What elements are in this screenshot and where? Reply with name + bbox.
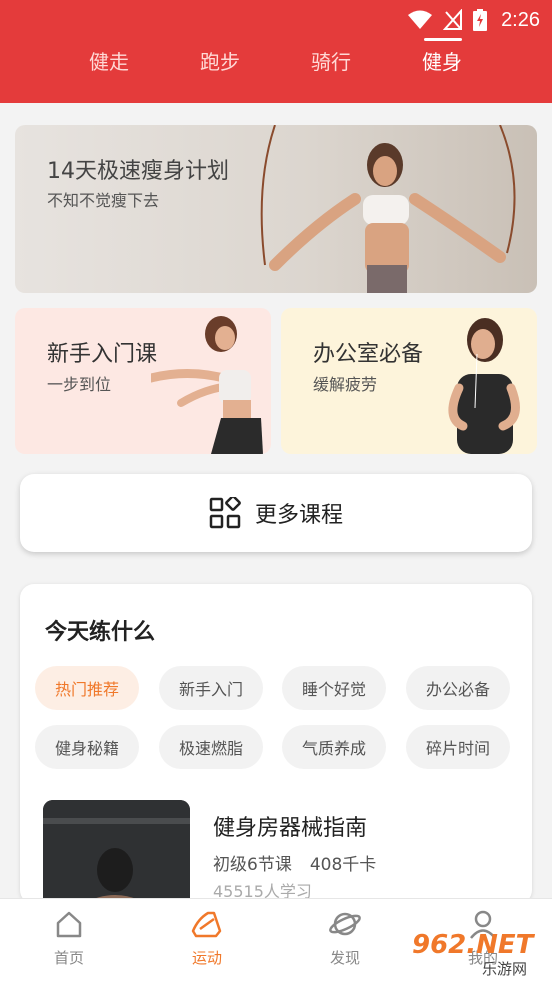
stretching-woman-image: [151, 316, 263, 454]
chip-fragment-time[interactable]: 碎片时间: [406, 725, 510, 769]
office-course-card[interactable]: 办公室必备 缓解疲劳: [281, 308, 537, 454]
nav-home[interactable]: 首页: [29, 909, 109, 968]
chip-temperament[interactable]: 气质养成: [282, 725, 386, 769]
banner-title: 14天极速瘦身计划: [47, 159, 229, 184]
course-title: 健身房器械指南: [213, 816, 368, 841]
tab-cycle[interactable]: 骑行: [291, 46, 371, 75]
nav-label: 运动: [191, 949, 222, 967]
no-signal-icon: [443, 9, 463, 30]
watermark-brand: 962.NET: [412, 930, 534, 960]
active-tab-indicator: [424, 38, 462, 41]
course-thumbnail: [43, 800, 190, 904]
nav-sport[interactable]: 运动: [167, 909, 247, 968]
top-header: 2:26 健走 跑步 骑行 健身: [0, 0, 552, 103]
battery-charging-icon: [473, 9, 488, 31]
chip-office[interactable]: 办公必备: [406, 666, 510, 710]
more-courses-label: 更多课程: [254, 503, 343, 528]
course-item[interactable]: 健身房器械指南 初级6节课 408千卡 45515人学习: [43, 800, 513, 904]
card-subtitle: 一步到位: [47, 375, 112, 394]
top-tabs: 健走 跑步 骑行 健身: [0, 38, 552, 86]
nav-discover[interactable]: 发现: [305, 909, 385, 968]
tab-run[interactable]: 跑步: [180, 46, 260, 75]
beginner-course-card[interactable]: 新手入门课 一步到位: [15, 308, 271, 454]
banner-subtitle: 不知不觉瘦下去: [47, 191, 160, 210]
nav-label: 首页: [53, 949, 84, 967]
today-workout-panel: 今天练什么 热门推荐 新手入门 睡个好觉 办公必备 健身秘籍 极速燃脂 气质养成…: [20, 584, 532, 904]
chip-fat-burn[interactable]: 极速燃脂: [159, 725, 263, 769]
nav-label: 发现: [329, 949, 360, 967]
card-title: 新手入门课: [47, 342, 158, 367]
planet-icon: [329, 912, 361, 936]
home-icon: [56, 911, 82, 938]
chip-beginner[interactable]: 新手入门: [159, 666, 263, 710]
tab-fitness[interactable]: 健身: [402, 46, 482, 75]
plan-banner[interactable]: 14天极速瘦身计划 不知不觉瘦下去: [15, 125, 537, 293]
card-subtitle: 缓解疲劳: [313, 375, 378, 394]
chip-tips[interactable]: 健身秘籍: [35, 725, 139, 769]
card-title: 办公室必备: [313, 342, 424, 367]
course-calories: 408千卡: [309, 855, 377, 875]
jump-rope-woman-image: [260, 125, 516, 293]
site-watermark: 962.NET 乐游网: [412, 930, 544, 978]
watermark-sub: 乐游网: [482, 960, 528, 978]
grid-icon: [209, 497, 241, 529]
wifi-icon: [408, 10, 433, 29]
shoe-icon: [191, 911, 222, 938]
chip-sleep[interactable]: 睡个好觉: [282, 666, 386, 710]
course-meta: 初级6节课 408千卡: [213, 850, 376, 875]
chip-hot[interactable]: 热门推荐: [35, 666, 139, 710]
earphone-woman-image: [448, 318, 520, 454]
course-level: 初级6节课: [213, 855, 292, 875]
more-courses-button[interactable]: 更多课程: [20, 474, 532, 552]
status-time: 2:26: [501, 8, 540, 31]
panel-title: 今天练什么: [45, 620, 156, 645]
status-bar: 2:26: [407, 6, 540, 34]
tab-walk[interactable]: 健走: [69, 46, 149, 75]
